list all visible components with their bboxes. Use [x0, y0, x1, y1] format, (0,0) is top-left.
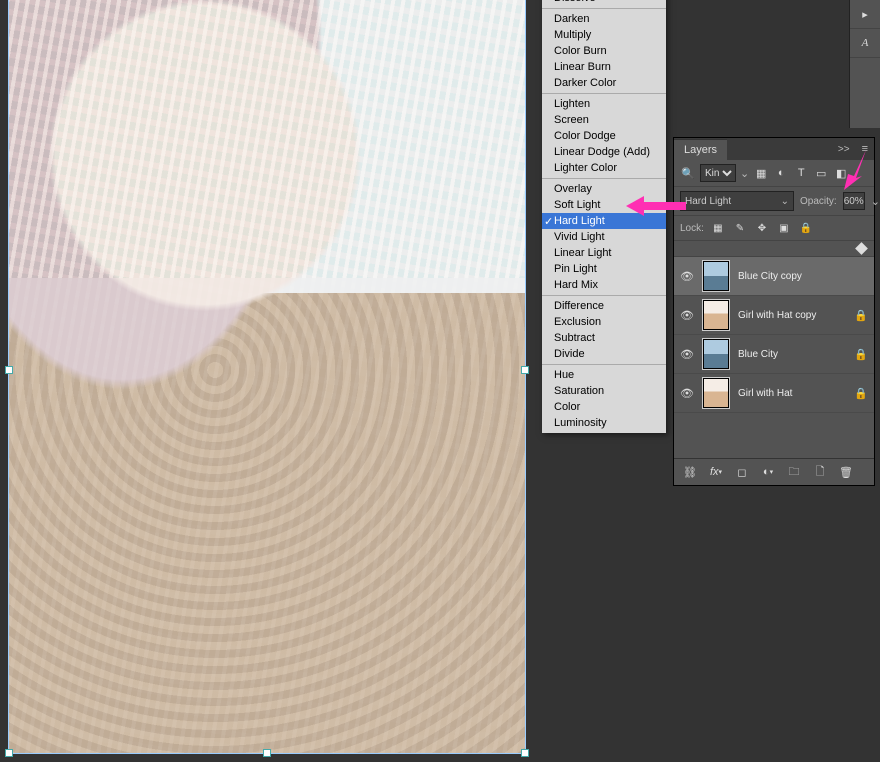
filter-smart-icon[interactable]: ◧ [833, 165, 849, 181]
blend-mode-option[interactable]: Linear Burn [542, 59, 666, 75]
panel-menu-button[interactable]: ≡ [856, 143, 874, 155]
transform-handle-middle-right[interactable] [521, 366, 529, 374]
layer-name-label[interactable]: Girl with Hat copy [738, 310, 816, 321]
blend-mode-option[interactable]: Subtract [542, 330, 666, 346]
lock-transparency-icon[interactable]: ▦ [710, 220, 726, 236]
filter-shape-icon[interactable]: ▭ [813, 165, 829, 181]
blend-mode-option[interactable]: Screen [542, 112, 666, 128]
layers-tab[interactable]: Layers [674, 139, 727, 160]
character-panel-icon[interactable]: A [850, 29, 880, 58]
layer-style-icon[interactable]: fx▾ [708, 464, 724, 480]
link-layers-icon[interactable]: ⛓ [682, 464, 698, 480]
panel-collapse-button[interactable]: >> [832, 144, 856, 155]
blend-mode-option[interactable]: Hue [542, 367, 666, 383]
lock-label: Lock: [680, 223, 704, 234]
layer-name-label[interactable]: Blue City [738, 349, 778, 360]
filter-type-icon[interactable]: T [793, 165, 809, 181]
blend-mode-option[interactable]: Luminosity [542, 415, 666, 431]
layer-row[interactable]: 👁 Blue City copy [674, 257, 874, 296]
blend-mode-option[interactable]: Hard Light [542, 213, 666, 229]
visibility-toggle-icon[interactable]: 👁 [680, 270, 694, 283]
layer-filter-kind[interactable]: Kind [700, 164, 736, 182]
transform-handle-middle-left[interactable] [5, 366, 13, 374]
layer-row[interactable]: 👁 Girl with Hat copy 🔒 [674, 296, 874, 335]
layer-thumbnail[interactable] [702, 338, 730, 370]
panel-tab-bar: Layers >> ≡ [674, 138, 874, 160]
blend-mode-option[interactable]: Linear Dodge (Add) [542, 144, 666, 160]
new-layer-icon[interactable]: 🗋 [812, 464, 828, 480]
collapse-panels-button[interactable]: ▸ [850, 0, 880, 29]
blend-mode-option[interactable]: Difference [542, 298, 666, 314]
fill-slider-knob[interactable] [855, 242, 868, 255]
transform-handle-bottom-middle[interactable] [263, 749, 271, 757]
blend-mode-option[interactable]: Exclusion [542, 314, 666, 330]
filter-pixel-icon[interactable]: ▦ [753, 165, 769, 181]
lock-row: Lock: ▦ ✎ ✥ ▣ 🔒 [674, 216, 874, 241]
layer-name-label[interactable]: Girl with Hat [738, 388, 792, 399]
layer-row[interactable]: 👁 Blue City 🔒 [674, 335, 874, 374]
blend-mode-option[interactable]: Vivid Light [542, 229, 666, 245]
layers-panel-footer: ⛓ fx▾ ◻ ◐▾ 🗀 🗋 🗑 [674, 458, 874, 485]
transform-handle-bottom-left[interactable] [5, 749, 13, 757]
blend-mode-option[interactable]: Lighten [542, 96, 666, 112]
visibility-toggle-icon[interactable]: 👁 [680, 387, 694, 400]
blend-mode-option[interactable]: Pin Light [542, 261, 666, 277]
canvas[interactable] [8, 0, 526, 754]
layer-group-icon[interactable]: 🗀 [786, 464, 802, 480]
lock-all-icon[interactable]: 🔒 [798, 220, 814, 236]
opacity-input[interactable]: 60% [843, 192, 865, 210]
layer-row[interactable]: 👁 Girl with Hat 🔒 [674, 374, 874, 413]
search-icon: 🔍 [680, 165, 696, 181]
blend-mode-option[interactable]: Dissolve [542, 0, 666, 6]
blend-mode-value: Hard Light [685, 196, 731, 207]
layer-thumbnail[interactable] [702, 299, 730, 331]
opacity-label: Opacity: [800, 196, 837, 207]
filter-adjustment-icon[interactable]: ◐ [773, 165, 789, 181]
adjustment-layer-icon[interactable]: ◐▾ [760, 464, 776, 480]
lock-position-icon[interactable]: ✥ [754, 220, 770, 236]
blend-mode-option[interactable]: Darker Color [542, 75, 666, 91]
blend-mode-option[interactable]: Color [542, 399, 666, 415]
layer-mask-icon[interactable]: ◻ [734, 464, 750, 480]
blend-mode-option[interactable]: Overlay [542, 181, 666, 197]
blend-mode-option[interactable]: Darken [542, 11, 666, 27]
layer-thumbnail[interactable] [702, 377, 730, 409]
lock-icon: 🔒 [854, 387, 868, 400]
layer-name-label[interactable]: Blue City copy [738, 271, 802, 282]
blend-mode-option[interactable]: Color Dodge [542, 128, 666, 144]
blend-mode-option[interactable]: Color Burn [542, 43, 666, 59]
layers-panel: Layers >> ≡ 🔍 Kind ⌄ ▦ ◐ T ▭ ◧ Hard Ligh… [674, 138, 874, 485]
visibility-toggle-icon[interactable]: 👁 [680, 309, 694, 322]
visibility-toggle-icon[interactable]: 👁 [680, 348, 694, 361]
right-panel-strip: ▸ A [849, 0, 880, 128]
transform-handle-bottom-right[interactable] [521, 749, 529, 757]
layer-thumbnail[interactable] [702, 260, 730, 292]
blend-mode-option[interactable]: Linear Light [542, 245, 666, 261]
lock-icon: 🔒 [854, 309, 868, 322]
blend-mode-option[interactable]: Hard Mix [542, 277, 666, 293]
layer-filter-row: 🔍 Kind ⌄ ▦ ◐ T ▭ ◧ [674, 160, 874, 187]
free-transform-bounding-box[interactable] [8, 0, 526, 754]
lock-artboard-icon[interactable]: ▣ [776, 220, 792, 236]
blend-mode-option[interactable]: Multiply [542, 27, 666, 43]
lock-pixels-icon[interactable]: ✎ [732, 220, 748, 236]
fill-row [674, 241, 874, 257]
blend-mode-select[interactable]: Hard Light [680, 191, 794, 211]
blend-mode-option[interactable]: Saturation [542, 383, 666, 399]
blend-mode-option[interactable]: Divide [542, 346, 666, 362]
layer-list: 👁 Blue City copy 👁 Girl with Hat copy 🔒 👁 Blue… [674, 257, 874, 485]
delete-layer-icon[interactable]: 🗑 [838, 464, 854, 480]
blend-mode-option[interactable]: Lighter Color [542, 160, 666, 176]
blend-opacity-row: Hard Light Opacity: 60% ⌄ [674, 187, 874, 216]
blend-mode-option[interactable]: Soft Light [542, 197, 666, 213]
lock-icon: 🔒 [854, 348, 868, 361]
blend-mode-dropdown[interactable]: Dissolve DarkenMultiplyColor BurnLinear B… [542, 0, 666, 433]
